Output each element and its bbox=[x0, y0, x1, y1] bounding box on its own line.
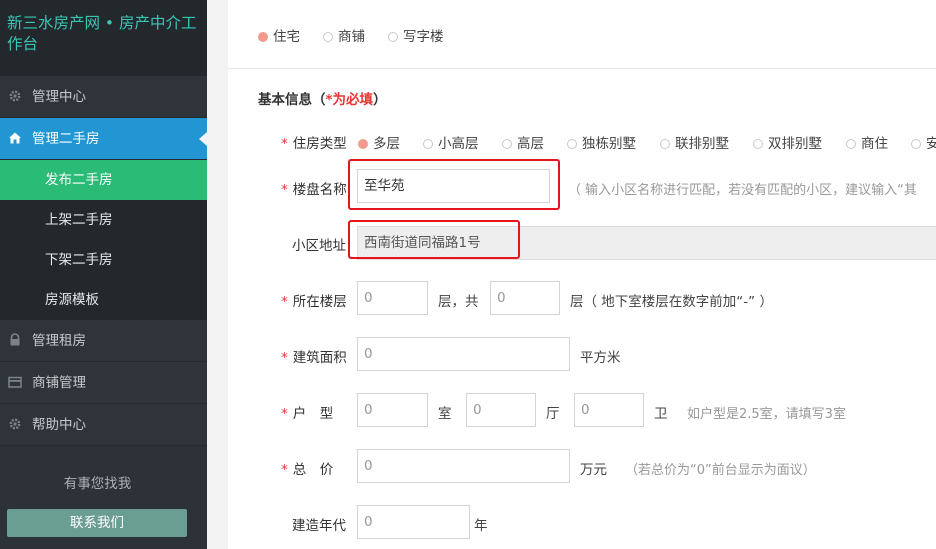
house-type-option-more[interactable]: 安 bbox=[911, 132, 936, 152]
radio-icon bbox=[388, 32, 398, 42]
nav-label: 管理二手房 bbox=[32, 131, 100, 147]
sub-item-publish[interactable]: 发布二手房 bbox=[0, 160, 207, 200]
contact-us-button[interactable]: 联系我们 bbox=[7, 509, 187, 537]
year-unit: 年 bbox=[474, 518, 488, 534]
estate-name-hint: （ 输入小区名称进行匹配，若没有匹配的小区，建议输入“其 bbox=[568, 183, 917, 198]
gear-icon bbox=[9, 418, 21, 430]
total-floor-input[interactable]: 0 bbox=[490, 281, 560, 315]
area-input[interactable]: 0 bbox=[357, 337, 570, 371]
radio-icon bbox=[660, 139, 670, 149]
radio-selected-icon bbox=[358, 139, 368, 149]
radio-icon bbox=[911, 139, 921, 149]
nav-item-manage-rentals[interactable]: 管理租房 bbox=[0, 320, 207, 362]
floor-label: * 所在楼层 bbox=[281, 294, 347, 310]
brand-title: 新三水房产网 • 房产中介工作台 bbox=[0, 0, 207, 76]
radio-icon bbox=[846, 139, 856, 149]
area-unit: 平方米 bbox=[580, 350, 621, 366]
nav-item-help-center[interactable]: 帮助中心 bbox=[0, 404, 207, 446]
layout-label: * 户 型 bbox=[281, 406, 334, 422]
sub-item-templates[interactable]: 房源模板 bbox=[0, 280, 207, 320]
area-label: * 建筑面积 bbox=[281, 350, 347, 366]
year-label: 建造年代 bbox=[292, 518, 346, 534]
price-label: * 总 价 bbox=[281, 462, 334, 478]
price-input[interactable]: 0 bbox=[357, 449, 570, 483]
year-input[interactable]: 0 bbox=[357, 505, 470, 539]
bath-input[interactable]: 0 bbox=[574, 393, 644, 427]
house-type-option-detached-villa[interactable]: 独栋别墅 bbox=[567, 132, 636, 152]
nav-item-manage-secondhand[interactable]: 管理二手房 bbox=[0, 118, 207, 160]
category-option-residential[interactable]: 住宅 bbox=[258, 25, 300, 45]
house-icon bbox=[9, 132, 21, 144]
sidebar: 新三水房产网 • 房产中介工作台 管理中心 管理二手房 发布二手房 上架二手房 … bbox=[0, 0, 207, 549]
address-input[interactable]: 西南街道同福路1号 bbox=[357, 226, 936, 260]
nav-label: 管理租房 bbox=[32, 333, 86, 349]
floor-mid-unit: 层，共 bbox=[438, 294, 479, 310]
section-title: 基本信息（*为必填） bbox=[258, 92, 387, 108]
radio-icon bbox=[753, 139, 763, 149]
house-type-label: * 住房类型 bbox=[281, 136, 347, 152]
hall-input[interactable]: 0 bbox=[466, 393, 536, 427]
radio-icon bbox=[567, 139, 577, 149]
nav-label: 帮助中心 bbox=[32, 417, 86, 433]
nav-item-admin-center[interactable]: 管理中心 bbox=[0, 76, 207, 118]
radio-selected-icon bbox=[258, 32, 268, 42]
category-option-shop[interactable]: 商铺 bbox=[323, 25, 365, 45]
house-type-option-highrise[interactable]: 高层 bbox=[502, 132, 544, 152]
radio-icon bbox=[502, 139, 512, 149]
nav-label: 管理中心 bbox=[32, 89, 86, 105]
price-hint: （若总价为“0”前台显示为面议） bbox=[625, 463, 816, 478]
lock-icon bbox=[10, 333, 20, 346]
sub-item-take-offline[interactable]: 下架二手房 bbox=[0, 240, 207, 280]
room-unit: 室 bbox=[438, 406, 452, 422]
house-type-option-midrise[interactable]: 小高层 bbox=[423, 132, 479, 152]
card-icon bbox=[8, 376, 22, 388]
house-type-option-multistory[interactable]: 多层 bbox=[358, 132, 400, 152]
sub-item-list-online[interactable]: 上架二手房 bbox=[0, 200, 207, 240]
room-input[interactable]: 0 bbox=[357, 393, 428, 427]
content-gutter bbox=[207, 0, 228, 549]
house-type-option-commercial-residential[interactable]: 商住 bbox=[846, 132, 888, 152]
nav-label: 商铺管理 bbox=[32, 375, 86, 391]
layout-hint: 如户型是2.5室，请填写3室 bbox=[687, 407, 846, 422]
estate-name-input[interactable]: 至华苑 bbox=[357, 169, 550, 203]
floor-input[interactable]: 0 bbox=[357, 281, 428, 315]
category-option-office[interactable]: 写字楼 bbox=[388, 25, 444, 45]
house-type-option-double-villa[interactable]: 双排别墅 bbox=[753, 132, 822, 152]
bath-unit: 卫 bbox=[654, 406, 668, 422]
category-bar: 住宅 商铺 写字楼 bbox=[228, 0, 936, 69]
radio-icon bbox=[423, 139, 433, 149]
price-unit: 万元 bbox=[580, 462, 607, 478]
house-type-option-townhouse[interactable]: 联排别墅 bbox=[660, 132, 729, 152]
gear-icon bbox=[9, 90, 21, 102]
main-content: 住宅 商铺 写字楼 基本信息（*为必填） * 住房类型 多层 小高层 高层 独栋别… bbox=[228, 0, 936, 549]
address-label: 小区地址 bbox=[292, 238, 346, 254]
nav-item-shop-management[interactable]: 商铺管理 bbox=[0, 362, 207, 404]
estate-name-label: * 楼盘名称 bbox=[281, 182, 347, 198]
hall-unit: 厅 bbox=[546, 406, 560, 422]
help-text: 有事您找我 bbox=[63, 476, 132, 492]
radio-icon bbox=[323, 32, 333, 42]
floor-end-unit: 层（ 地下室楼层在数字前加“-” ） bbox=[570, 294, 773, 310]
